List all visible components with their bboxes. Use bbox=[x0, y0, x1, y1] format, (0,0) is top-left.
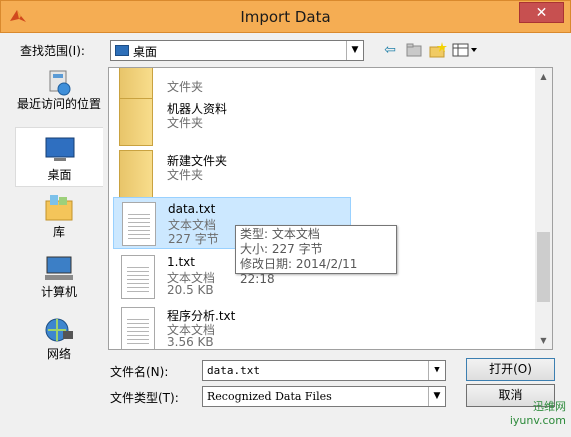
file-size: 227 字节 bbox=[168, 232, 219, 246]
list-item[interactable]: 机器人资料 文件夹 bbox=[113, 96, 351, 148]
filetype-label: 文件类型(T): bbox=[110, 391, 179, 405]
new-folder-button[interactable] bbox=[427, 40, 449, 60]
place-computer[interactable]: 计算机 bbox=[15, 255, 103, 305]
file-size: 20.5 KB bbox=[167, 283, 214, 297]
network-icon bbox=[45, 318, 73, 342]
folder-icon bbox=[119, 150, 153, 198]
tooltip-size: 大小: 227 字节 bbox=[240, 242, 323, 256]
view-menu-icon bbox=[452, 43, 477, 57]
file-name: 1.txt bbox=[167, 255, 195, 269]
tooltip-date: 修改日期: 2014/2/11 22:18 bbox=[240, 257, 358, 286]
title-bar[interactable]: Import Data ✕ bbox=[0, 0, 571, 33]
back-icon[interactable]: ⇦ bbox=[379, 40, 401, 60]
desktop-icon bbox=[45, 137, 74, 161]
tooltip-type: 类型: 文本文档 bbox=[240, 227, 320, 241]
filename-input[interactable]: data.txt ▼ bbox=[202, 360, 446, 381]
folder-icon bbox=[119, 98, 153, 146]
libraries-icon bbox=[45, 195, 73, 221]
filename-value: data.txt bbox=[207, 364, 260, 377]
chevron-down-icon[interactable]: ▼ bbox=[428, 361, 445, 380]
lookin-label: 查找范围(I): bbox=[20, 44, 85, 58]
place-label: 网络 bbox=[46, 347, 71, 361]
file-tooltip: 类型: 文本文档 大小: 227 字节 修改日期: 2014/2/11 22:1… bbox=[235, 225, 397, 286]
place-label: 桌面 bbox=[47, 168, 72, 182]
file-type: 文件夹 bbox=[167, 168, 204, 182]
filename-label: 文件名(N): bbox=[110, 365, 169, 379]
file-list[interactable]: 文件夹 机器人资料 文件夹 新建文件夹 文件夹 data.txt 文本文档 22… bbox=[108, 67, 553, 350]
new-folder-icon bbox=[429, 42, 447, 58]
chevron-down-icon[interactable]: ▼ bbox=[428, 387, 445, 406]
view-menu-button[interactable] bbox=[451, 40, 479, 60]
place-label: 计算机 bbox=[40, 285, 77, 299]
list-item[interactable]: 程序分析.txt 文本文档 3.56 KB bbox=[113, 303, 351, 349]
watermark: 迅维网 iyunv.com bbox=[478, 400, 566, 430]
scroll-thumb[interactable] bbox=[537, 232, 550, 302]
chevron-down-icon[interactable]: ▼ bbox=[346, 41, 363, 60]
scroll-up-icon[interactable]: ▲ bbox=[535, 68, 552, 85]
file-type: 文件夹 bbox=[167, 80, 204, 94]
place-network[interactable]: 网络 bbox=[15, 317, 103, 367]
window-title: Import Data bbox=[240, 8, 331, 26]
watermark-line1: 迅维网 bbox=[533, 400, 566, 413]
places-bar: 最近访问的位置 桌面 库 计算机 网络 bbox=[15, 67, 103, 372]
file-type: 文件夹 bbox=[167, 116, 204, 130]
computer-icon bbox=[45, 256, 73, 280]
place-label: 库 bbox=[52, 225, 65, 239]
vertical-scrollbar[interactable]: ▲ ▼ bbox=[535, 68, 552, 349]
list-item[interactable]: 新建文件夹 文件夹 bbox=[113, 148, 351, 200]
open-button[interactable]: 打开(O) bbox=[466, 358, 555, 381]
filetype-value: Recognized Data Files bbox=[207, 390, 332, 403]
place-recent[interactable]: 最近访问的位置 bbox=[15, 69, 103, 127]
file-name: data.txt bbox=[168, 202, 216, 216]
text-document-icon bbox=[122, 202, 156, 246]
up-folder-button[interactable] bbox=[403, 40, 425, 60]
filetype-select[interactable]: Recognized Data Files ▼ bbox=[202, 386, 446, 407]
watermark-line2: iyunv.com bbox=[509, 414, 566, 427]
recent-places-icon bbox=[49, 70, 71, 96]
place-desktop[interactable]: 桌面 bbox=[15, 127, 103, 187]
desktop-folder-icon bbox=[115, 45, 129, 56]
lookin-value: 桌面 bbox=[133, 45, 158, 59]
up-folder-icon bbox=[406, 43, 422, 57]
place-label: 最近访问的位置 bbox=[17, 97, 102, 111]
place-libraries[interactable]: 库 bbox=[15, 193, 103, 243]
text-document-icon bbox=[121, 307, 155, 349]
file-size: 3.56 KB bbox=[167, 335, 214, 349]
text-document-icon bbox=[121, 255, 155, 299]
scroll-down-icon[interactable]: ▼ bbox=[535, 332, 552, 349]
close-button[interactable]: ✕ bbox=[519, 2, 564, 23]
lookin-combo[interactable]: 桌面 ▼ bbox=[110, 40, 364, 61]
